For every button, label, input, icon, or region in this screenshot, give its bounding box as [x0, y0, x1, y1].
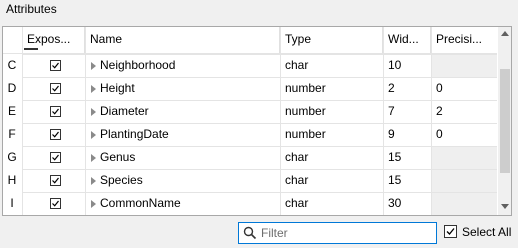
row-label: C	[7, 58, 17, 72]
checkmark-icon	[52, 131, 59, 138]
row-divider	[22, 215, 497, 216]
table-row[interactable]: F PlantingDate number 9 0	[3, 123, 497, 146]
attribute-width[interactable]: 9	[388, 123, 395, 146]
exposed-header-underline	[24, 48, 38, 50]
table-row[interactable]: G Genus char 15	[3, 146, 497, 169]
checkmark-icon	[52, 108, 59, 115]
attribute-precision[interactable]: 0	[436, 123, 443, 146]
exposed-checkbox[interactable]	[50, 198, 61, 209]
row-label: I	[10, 196, 14, 210]
expand-arrow-icon[interactable]	[91, 62, 96, 70]
row-label: E	[7, 104, 16, 118]
attribute-name[interactable]: PlantingDate	[100, 123, 169, 146]
attribute-type[interactable]: char	[285, 169, 308, 192]
checkmark-icon	[52, 177, 59, 184]
exposed-checkbox[interactable]	[50, 83, 61, 94]
row-label: G	[7, 150, 17, 164]
attribute-type[interactable]: number	[285, 100, 326, 123]
column-header-name[interactable]: Name	[85, 27, 280, 53]
attribute-type[interactable]: number	[285, 77, 326, 100]
attribute-width[interactable]: 15	[388, 146, 401, 169]
scrollbar-thumb[interactable]	[500, 69, 510, 173]
checkmark-icon	[52, 85, 59, 92]
checkmark-icon	[446, 228, 455, 235]
attribute-type[interactable]: char	[285, 54, 308, 77]
expand-arrow-icon[interactable]	[91, 177, 96, 185]
attribute-width[interactable]: 7	[388, 100, 395, 123]
header-divider	[3, 53, 497, 54]
expand-arrow-icon[interactable]	[91, 200, 96, 208]
attribute-precision[interactable]: 0	[436, 77, 443, 100]
table-row[interactable]: E Diameter number 7 2	[3, 100, 497, 123]
row-divider	[22, 146, 497, 147]
checkmark-icon	[52, 154, 59, 161]
scroll-down-arrow-icon[interactable]	[501, 204, 509, 209]
column-header-type[interactable]: Type	[280, 27, 383, 53]
attribute-width[interactable]: 30	[388, 192, 401, 215]
table-header: Expos... Name Type Wid... Precisi...	[3, 27, 497, 53]
table-row[interactable]: C Neighborhood char 10	[3, 54, 497, 77]
precision-disabled-cell	[432, 147, 497, 169]
precision-disabled-cell	[432, 170, 497, 192]
precision-disabled-cell	[432, 55, 497, 77]
filter-input[interactable]	[261, 225, 431, 241]
exposed-checkbox[interactable]	[50, 152, 61, 163]
select-all-box[interactable]	[444, 225, 457, 238]
filter-input-box[interactable]	[238, 222, 437, 244]
attribute-width[interactable]: 2	[388, 77, 395, 100]
row-label: D	[7, 81, 17, 95]
row-divider	[22, 77, 497, 78]
checkmark-icon	[52, 200, 59, 207]
select-all-label: Select All	[462, 225, 512, 239]
row-divider	[22, 100, 497, 101]
expand-arrow-icon[interactable]	[91, 85, 96, 93]
attribute-width[interactable]: 10	[388, 54, 401, 77]
row-divider	[22, 54, 497, 55]
expand-arrow-icon[interactable]	[91, 154, 96, 162]
attribute-type[interactable]: char	[285, 146, 308, 169]
attributes-section-title: Attributes	[6, 2, 57, 16]
scroll-up-arrow-icon[interactable]	[501, 31, 509, 36]
row-label: F	[8, 127, 16, 141]
row-divider	[22, 192, 497, 193]
expand-arrow-icon[interactable]	[91, 131, 96, 139]
search-icon	[243, 226, 257, 240]
attribute-name[interactable]: Genus	[100, 146, 135, 169]
exposed-checkbox[interactable]	[50, 175, 61, 186]
vertical-scrollbar[interactable]	[498, 27, 511, 215]
table-row[interactable]: H Species char 15	[3, 169, 497, 192]
exposed-checkbox[interactable]	[50, 129, 61, 140]
attribute-name[interactable]: Species	[100, 169, 143, 192]
row-label: H	[7, 173, 17, 187]
exposed-checkbox[interactable]	[50, 60, 61, 71]
attributes-table[interactable]: Expos... Name Type Wid... Precisi... C N…	[2, 26, 512, 216]
attribute-name[interactable]: Height	[100, 77, 135, 100]
attribute-type[interactable]: number	[285, 123, 326, 146]
attribute-name[interactable]: Neighborhood	[100, 54, 175, 77]
expand-arrow-icon[interactable]	[91, 108, 96, 116]
attribute-name[interactable]: Diameter	[100, 100, 149, 123]
exposed-checkbox[interactable]	[50, 106, 61, 117]
column-header-width[interactable]: Wid...	[383, 27, 431, 53]
checkmark-icon	[52, 62, 59, 69]
attribute-precision[interactable]: 2	[436, 100, 443, 123]
table-row[interactable]: D Height number 2 0	[3, 77, 497, 100]
attribute-width[interactable]: 15	[388, 169, 401, 192]
row-divider	[22, 123, 497, 124]
table-row[interactable]: I CommonName char 30	[3, 192, 497, 215]
precision-disabled-cell	[432, 193, 497, 215]
attribute-type[interactable]: char	[285, 192, 308, 215]
row-divider	[22, 169, 497, 170]
column-header-precision[interactable]: Precisi...	[431, 27, 497, 53]
attribute-name[interactable]: CommonName	[100, 192, 181, 215]
